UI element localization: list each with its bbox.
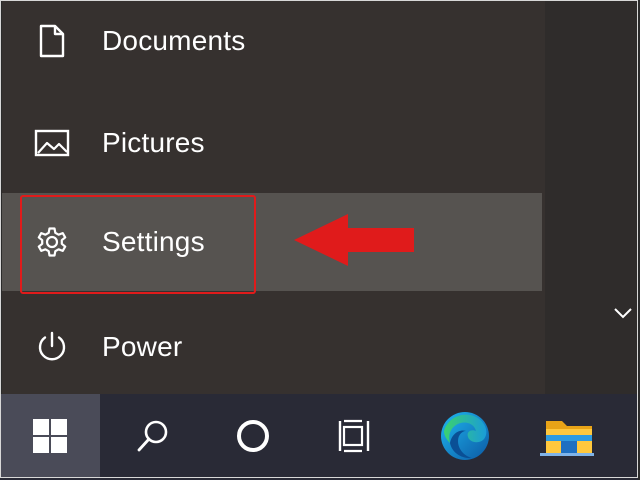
menu-item-power[interactable]: Power [2, 298, 542, 396]
highlight-box [20, 195, 256, 294]
search-button[interactable] [108, 394, 198, 478]
start-button[interactable] [0, 394, 100, 478]
chevron-down-icon[interactable] [612, 304, 634, 322]
picture-icon [32, 123, 72, 163]
menu-item-pictures[interactable]: Pictures [2, 94, 542, 192]
cortana-button[interactable] [208, 394, 298, 478]
menu-item-pictures-label: Pictures [102, 127, 205, 158]
edge-icon [441, 412, 489, 460]
power-icon [32, 327, 72, 367]
task-view-icon [338, 419, 370, 453]
menu-item-power-label: Power [102, 331, 183, 362]
search-icon [137, 420, 168, 452]
cortana-icon [237, 420, 269, 452]
document-icon [32, 21, 72, 61]
red-arrow-icon [294, 214, 414, 266]
windows-logo-icon [33, 419, 67, 453]
file-explorer-button[interactable] [524, 394, 614, 478]
menu-item-documents[interactable]: Documents [2, 0, 542, 90]
active-app-indicator [540, 453, 594, 456]
taskbar [0, 394, 638, 480]
menu-item-documents-label: Documents [102, 25, 246, 56]
edge-button[interactable] [420, 394, 510, 478]
task-view-button[interactable] [310, 394, 400, 478]
start-menu-tiles-pane [545, 0, 638, 394]
